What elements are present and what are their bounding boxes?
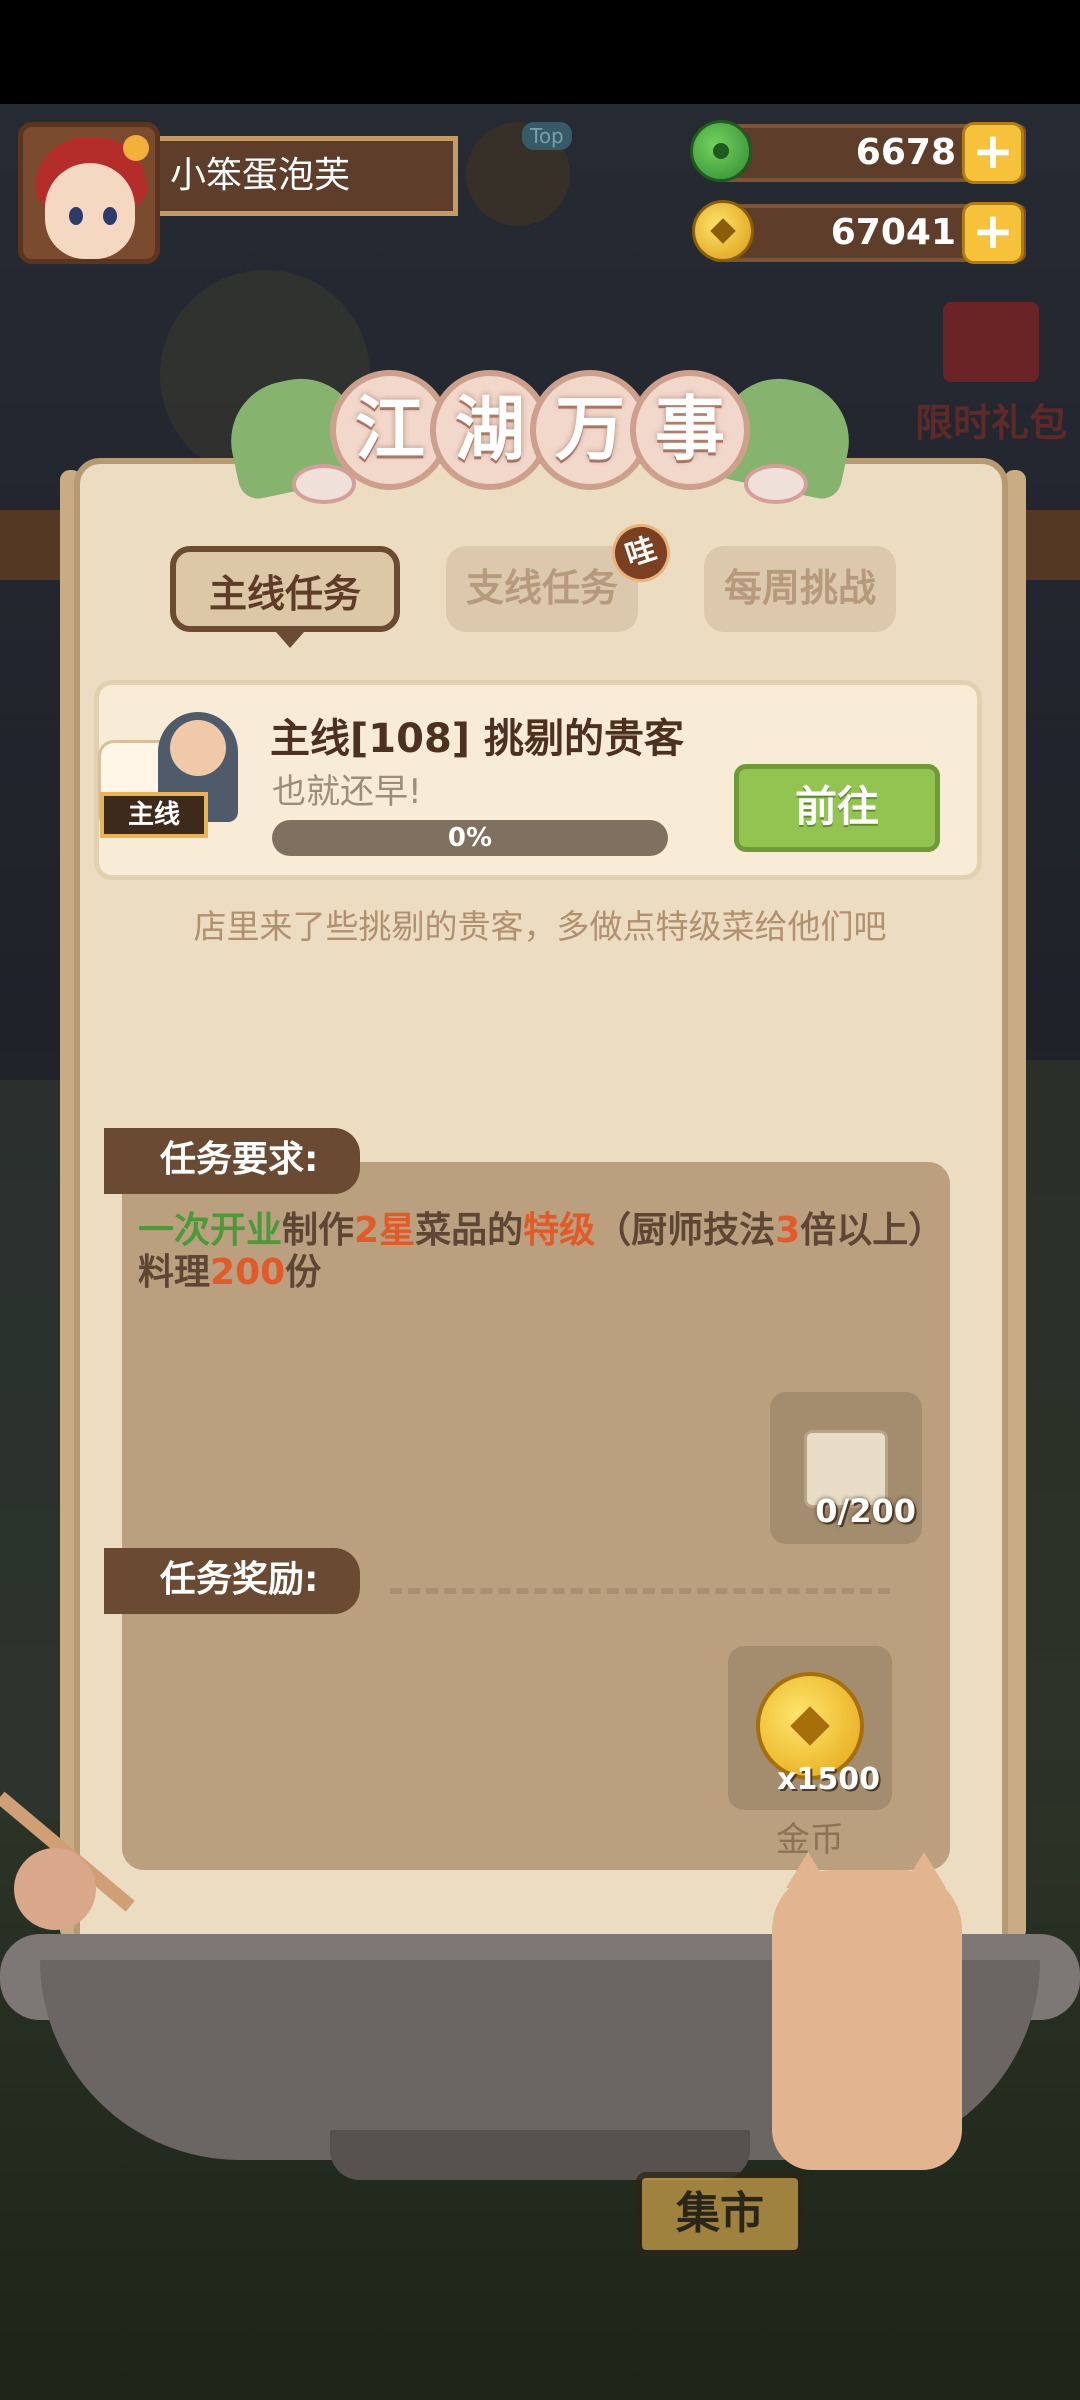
requirement-fragment: 制作 — [282, 1210, 355, 1251]
coin-icon — [692, 200, 754, 262]
reward-count: x1500 — [777, 1762, 880, 1797]
gift-pack-label: 限时礼包 — [914, 401, 1067, 445]
quest-progress-label: 0% — [447, 823, 493, 853]
tab-label: 主线任务 — [208, 572, 361, 616]
requirements-header: 任务要求: — [104, 1128, 360, 1194]
tab-label: 支线任务 — [465, 566, 618, 610]
rewards-header: 任务奖励: — [104, 1548, 360, 1614]
gift-box-icon — [943, 302, 1039, 382]
title-char: 事 — [630, 370, 750, 490]
add-coins-button[interactable]: + — [962, 202, 1024, 264]
tab-side-quest[interactable]: 支线任务 — [446, 546, 638, 632]
go-button[interactable]: 前往 — [734, 764, 940, 852]
player-avatar[interactable] — [18, 122, 160, 264]
panel-title: 江 湖 万 事 — [219, 360, 861, 510]
meatball-decoration — [14, 1848, 96, 1930]
requirement-fragment: （厨师技法 — [595, 1210, 776, 1251]
avatar-eye — [103, 207, 117, 225]
requirement-fragment: 一次开业 — [138, 1210, 283, 1251]
requirement-fragment: 菜品的 — [415, 1210, 524, 1251]
requirement-fragment: 特级 — [523, 1210, 596, 1251]
fishcake-decoration — [744, 464, 808, 504]
player-name: 小笨蛋泡芙 — [160, 136, 458, 216]
avatar-eye — [69, 207, 83, 225]
tab-weekly-challenge[interactable]: 每周挑战 — [704, 546, 896, 632]
requirement-fragment: 200 — [210, 1252, 286, 1293]
limited-gift-pack-button[interactable]: 限时礼包 — [906, 302, 1076, 452]
market-sign[interactable]: 集市 — [636, 2172, 804, 2256]
cat-mascot-decoration — [772, 1852, 962, 2170]
character-head — [170, 720, 226, 776]
tab-main-quest[interactable]: 主线任务 — [170, 546, 400, 648]
divider — [390, 1588, 890, 1594]
cat-ear — [786, 1852, 830, 1888]
cat-ear — [902, 1852, 946, 1888]
requirements-text: 一次开业制作2星菜品的特级（厨师技法3倍以上）料理200份 — [138, 1210, 928, 1294]
ranking-icon[interactable]: Top — [466, 122, 572, 226]
tab-label: 每周挑战 — [723, 566, 876, 610]
avatar-level-badge-icon — [123, 135, 149, 161]
tab-pointer — [276, 632, 304, 648]
quest-subtitle: 也就还早! — [272, 772, 422, 812]
jade-icon — [690, 120, 752, 182]
status-bar — [0, 0, 1080, 104]
quest-title: 主线[108] 挑剔的贵客 — [270, 716, 684, 762]
requirement-fragment: 2星 — [354, 1210, 416, 1251]
quest-type-tag: 主线 — [100, 792, 208, 838]
requirement-fragment: 3 — [775, 1210, 801, 1251]
requirement-fragment: 份 — [285, 1252, 322, 1293]
add-jade-button[interactable]: + — [962, 122, 1024, 184]
fishcake-decoration — [292, 464, 356, 504]
top-tag: Top — [522, 122, 572, 150]
quest-description: 店里来了些挑剔的贵客，多做点特级菜给他们吧 — [193, 907, 887, 946]
avatar-face — [45, 163, 135, 259]
item-progress-count: 0/200 — [815, 1492, 916, 1530]
